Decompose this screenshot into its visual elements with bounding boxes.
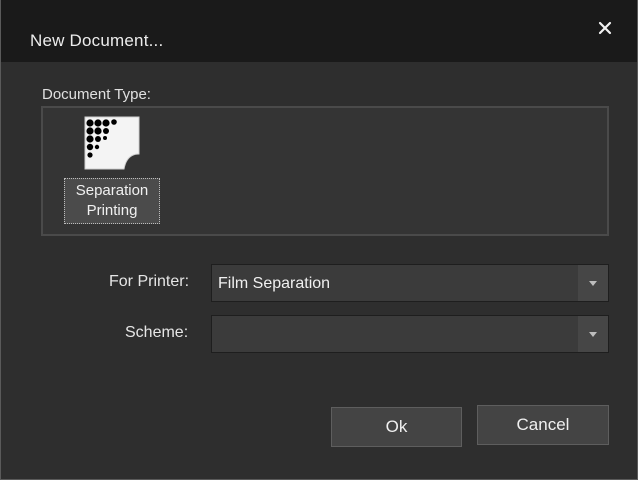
document-type-list[interactable]: Separation Printing <box>41 106 609 236</box>
document-type-item-label: Separation Printing <box>64 178 160 224</box>
new-document-dialog: New Document... Document Type: Separatio… <box>0 0 638 480</box>
title-bar: New Document... <box>1 0 637 62</box>
chevron-down-icon <box>589 280 597 286</box>
scheme-label: Scheme: <box>125 324 189 341</box>
separation-printing-icon <box>84 116 140 170</box>
close-icon <box>598 21 612 35</box>
scheme-select[interactable] <box>211 315 609 353</box>
dialog-title: New Document... <box>30 31 164 50</box>
document-type-label-line-2: Printing <box>86 202 138 219</box>
document-type-label: Document Type: <box>42 86 151 103</box>
for-printer-label: For Printer: <box>109 273 190 290</box>
for-printer-dropdown-button[interactable] <box>578 265 608 301</box>
document-type-item-separation-printing[interactable]: Separation Printing <box>63 112 163 230</box>
for-printer-value: Film Separation <box>218 275 331 292</box>
close-button[interactable] <box>591 14 619 42</box>
document-type-label-line-1: Separation <box>75 182 149 199</box>
chevron-down-icon <box>589 331 597 337</box>
cancel-button[interactable]: Cancel <box>477 405 609 445</box>
ok-button[interactable]: Ok <box>331 407 462 447</box>
scheme-dropdown-button[interactable] <box>578 316 608 352</box>
for-printer-select[interactable]: Film Separation <box>211 264 609 302</box>
